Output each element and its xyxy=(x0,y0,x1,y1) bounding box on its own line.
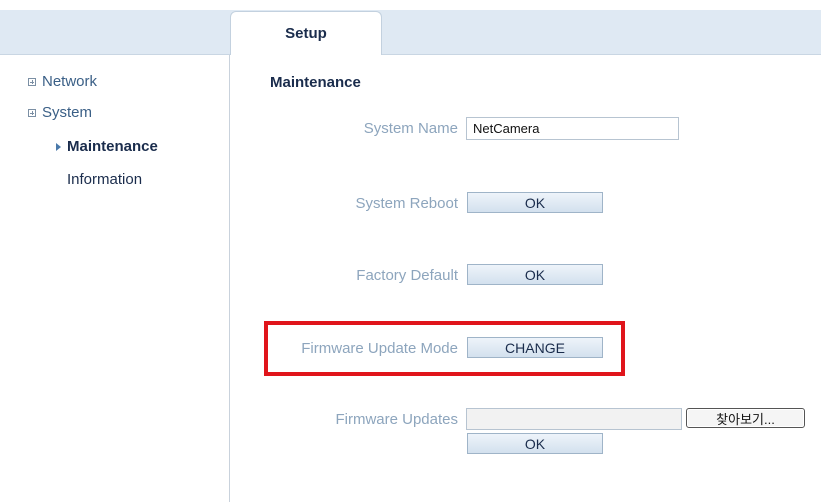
tab-setup-label: Setup xyxy=(285,25,327,42)
firmware-file-input[interactable] xyxy=(466,408,682,430)
sidebar-item-network[interactable]: Network xyxy=(28,73,97,90)
sidebar-subitem-label: Information xyxy=(67,171,143,188)
sidebar: Network System Maintenance Information xyxy=(0,55,230,502)
sidebar-item-label: Network xyxy=(42,73,98,90)
firmware-updates-label: Firmware Updates xyxy=(335,411,458,428)
expand-icon xyxy=(28,108,36,117)
system-name-input[interactable] xyxy=(466,117,679,140)
factory-default-ok-button[interactable]: OK xyxy=(467,264,603,285)
firmware-updates-ok-button[interactable]: OK xyxy=(467,433,603,454)
sidebar-subitem-information[interactable]: Information xyxy=(67,171,142,188)
sidebar-item-system[interactable]: System xyxy=(28,104,92,121)
system-name-label: System Name xyxy=(363,120,458,137)
expand-icon xyxy=(28,77,36,86)
factory-default-label: Factory Default xyxy=(356,267,458,284)
highlight-box xyxy=(264,321,625,376)
tab-setup[interactable]: Setup xyxy=(230,11,382,55)
system-reboot-ok-button[interactable]: OK xyxy=(467,192,603,213)
section-title: Maintenance xyxy=(270,74,361,91)
sidebar-subitem-maintenance[interactable]: Maintenance xyxy=(56,138,158,155)
selected-arrow-icon xyxy=(56,142,61,151)
sidebar-item-label: System xyxy=(42,104,93,121)
sidebar-subitem-label: Maintenance xyxy=(67,138,158,155)
tab-strip xyxy=(0,10,821,55)
system-reboot-label: System Reboot xyxy=(355,195,458,212)
browse-button[interactable]: 찾아보기... xyxy=(686,408,805,428)
top-bar: Setup xyxy=(0,0,821,55)
